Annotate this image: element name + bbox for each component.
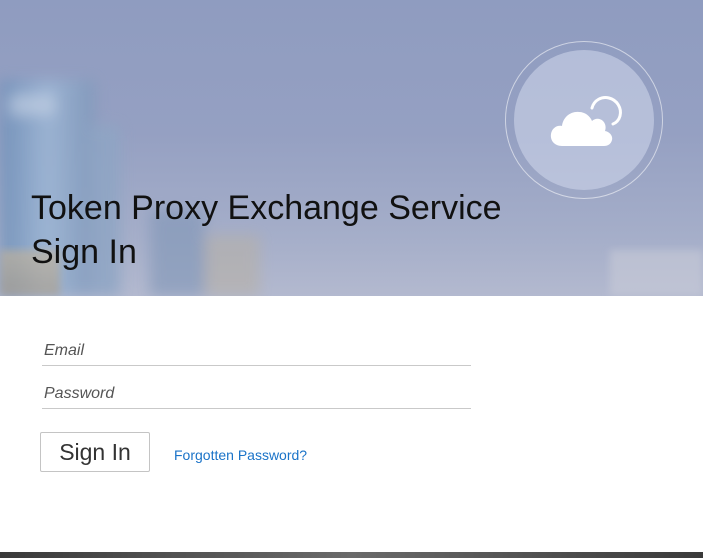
sign-in-heading: Sign In: [31, 233, 137, 271]
bottom-edge-bar: [0, 552, 703, 558]
forgot-password-link[interactable]: Forgotten Password?: [174, 447, 307, 463]
service-name: Token Proxy Exchange Service: [31, 189, 502, 227]
sign-in-form: Sign In Forgotten Password?: [0, 296, 703, 552]
cloud-icon: [550, 96, 622, 146]
email-field[interactable]: [42, 336, 471, 366]
page-title: Token Proxy Exchange Service Sign In: [31, 186, 502, 274]
password-field[interactable]: [42, 379, 471, 409]
cloud-badge: [505, 41, 663, 199]
cloud-badge-circle: [514, 50, 654, 190]
hero-banner: Token Proxy Exchange Service Sign In: [0, 0, 703, 296]
sign-in-button[interactable]: Sign In: [40, 432, 150, 472]
login-page: Token Proxy Exchange Service Sign In Sig…: [0, 0, 703, 558]
